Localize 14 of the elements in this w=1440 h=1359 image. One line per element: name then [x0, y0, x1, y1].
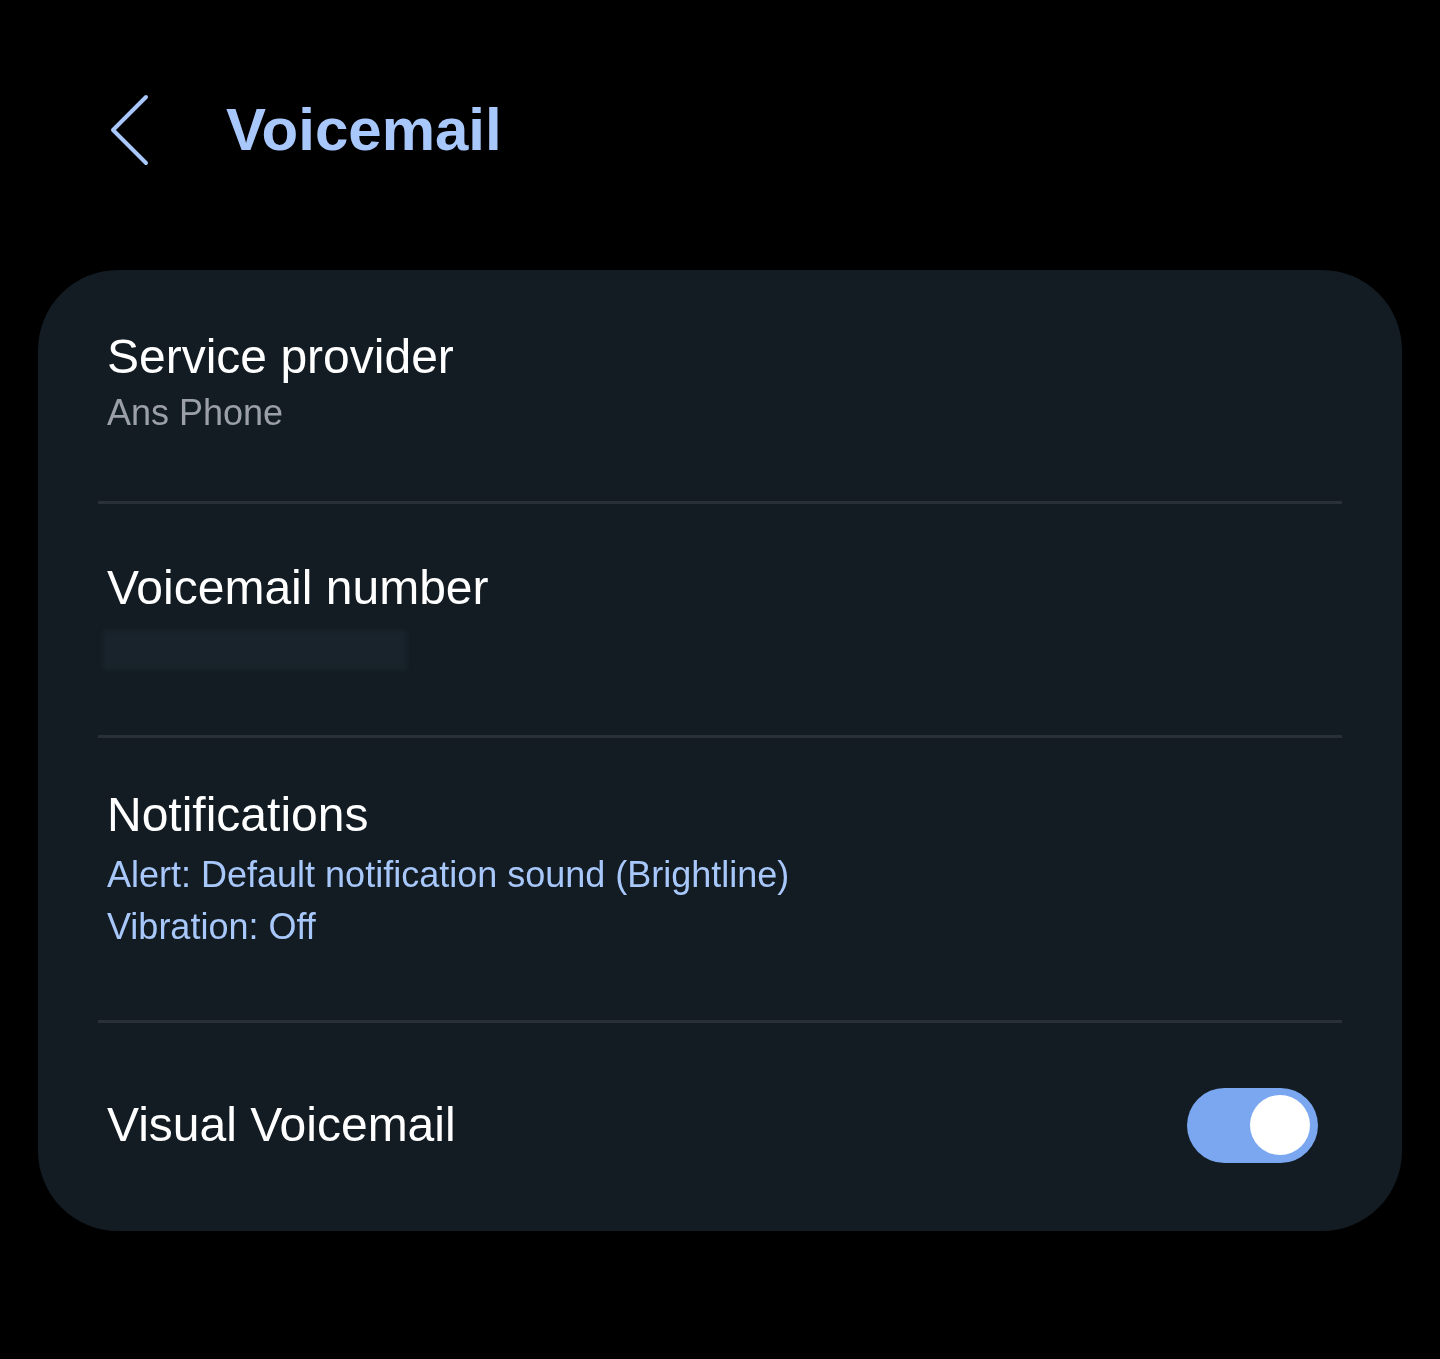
- setting-title: Notifications: [107, 787, 370, 843]
- setting-title: Visual Voicemail: [107, 1097, 456, 1153]
- notification-detail: Vibration: Off: [107, 905, 317, 949]
- setting-item[interactable]: Notifications Alert: Default notification sound (Brightline) Vibration: Off: [38, 738, 1402, 1020]
- notification-detail: Alert: Default notification sound (Brightline): [107, 853, 791, 897]
- back-chevron-icon: [108, 94, 150, 166]
- toggle-thumb: [1250, 1095, 1310, 1155]
- setting-title: Service provider: [107, 328, 455, 385]
- setting-title: Voicemail number: [107, 560, 489, 614]
- page-title: Voicemail: [226, 95, 502, 165]
- setting-item[interactable]: Voicemail number: [38, 504, 1402, 735]
- setting-item[interactable]: Visual Voicemail: [38, 1023, 1402, 1231]
- setting-item[interactable]: Service provider Ans Phone: [38, 270, 1402, 501]
- setting-value: Ans Phone: [107, 390, 285, 435]
